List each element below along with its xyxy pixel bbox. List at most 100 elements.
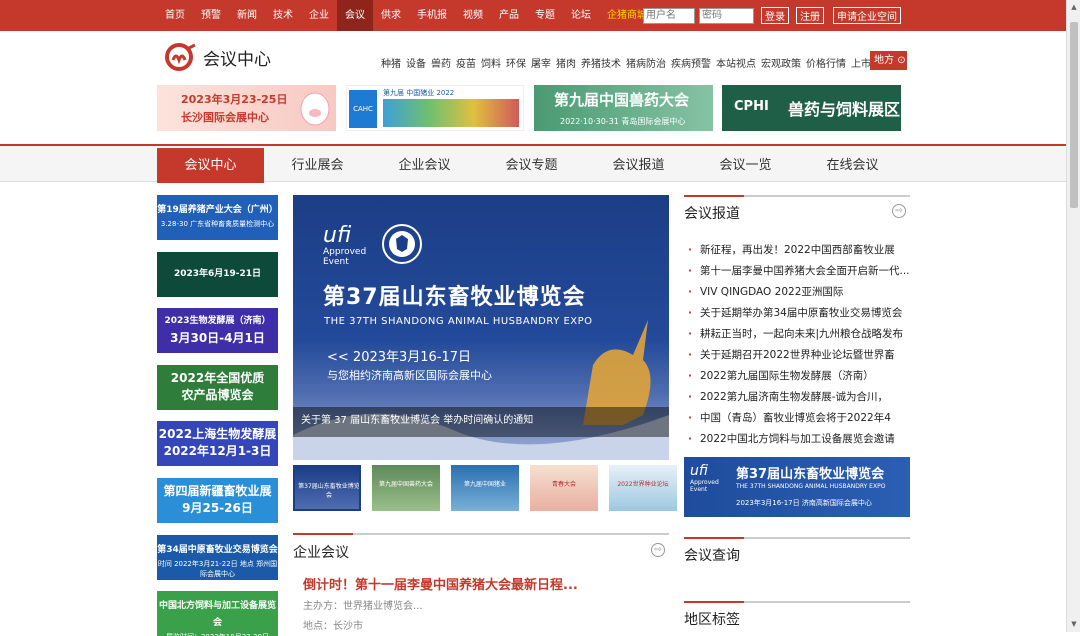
ufi-sub-text: Approved Event bbox=[690, 479, 719, 493]
top-nav: 首页 预警 新闻 技术 企业 会议 供求 手机报 视频 产品 专题 论坛 企猪商城 bbox=[157, 0, 655, 31]
logo-icon bbox=[164, 42, 198, 72]
scroll-down-icon[interactable]: ▼ bbox=[1069, 620, 1079, 628]
more-arrow-icon[interactable]: ⇨ bbox=[892, 204, 906, 218]
left-ad-banner[interactable]: 2023生物发酵展（济南） 3月30日-4月1日 bbox=[157, 308, 278, 353]
news-item[interactable]: 2022第九届济南生物发酵展-诚为合川， bbox=[688, 387, 913, 408]
thumbnail-label: 第九届中国猪业 bbox=[463, 481, 506, 488]
main-nav-tab[interactable]: 企业会议 bbox=[371, 148, 478, 183]
right-ad-subtitle: THE 37TH SHANDONG ANIMAL HUSBANDRY EXPO bbox=[736, 483, 886, 490]
apply-enterprise-button[interactable]: 申请企业空间 bbox=[833, 7, 901, 24]
news-item[interactable]: 关于延期举办第34届中原畜牧业交易博览会 bbox=[688, 303, 913, 324]
scroll-up-icon[interactable]: ▲ bbox=[1069, 3, 1079, 11]
login-button[interactable]: 登录 bbox=[761, 7, 789, 24]
enterprise-item-location: 地点：长沙市 bbox=[303, 621, 363, 632]
category-link[interactable]: 设备 bbox=[406, 55, 426, 70]
region-button[interactable]: 地方 ⊙ bbox=[870, 51, 907, 70]
top-nav-item[interactable]: 技术 bbox=[265, 0, 301, 31]
banner-logo-icon: CAHC bbox=[349, 90, 377, 128]
top-nav-item[interactable]: 手机报 bbox=[409, 0, 455, 31]
category-link[interactable]: 养猪技术 bbox=[581, 55, 621, 70]
left-ad-banner[interactable]: 2022上海生物发酵展 2022年12月1-3日 bbox=[157, 421, 278, 466]
left-ad-banner[interactable]: 2022年全国优质 农产品博览会 bbox=[157, 365, 278, 410]
ad-title: 2022上海生物发酵展 bbox=[158, 427, 277, 441]
left-ad-banner[interactable]: 2023年6月19-21日 bbox=[157, 252, 278, 297]
slider-thumbnail[interactable]: 青春大会 bbox=[530, 465, 598, 511]
news-item[interactable]: 2022第九届国际生物发酵展（济南） bbox=[688, 366, 913, 387]
slider-thumbnail[interactable]: 第九届中国猪业 bbox=[451, 465, 519, 511]
banner-pig-industry[interactable]: CAHC 第九届 中国猪业 2022 bbox=[346, 85, 524, 131]
slider-thumbnail[interactable]: 第九届中国兽药大会 bbox=[372, 465, 440, 511]
main-nav-tab[interactable]: 会议一览 bbox=[692, 148, 799, 183]
thumbnail-label: 青春大会 bbox=[551, 481, 576, 488]
left-ad-banner[interactable]: 第19届养猪产业大会（广州） 3.28-30 广东省种畜禽质量检测中心 bbox=[157, 195, 278, 240]
enterprise-section-line bbox=[293, 533, 669, 535]
top-nav-item[interactable]: 论坛 bbox=[563, 0, 599, 31]
right-ad-expo[interactable]: ufi Approved Event 第37届山东畜牧业博览会 THE 37TH… bbox=[684, 457, 910, 517]
more-arrow-icon[interactable]: ⇨ bbox=[651, 543, 665, 557]
password-input[interactable] bbox=[699, 7, 754, 24]
ufi-sub-text: Event bbox=[323, 257, 349, 267]
ad-title-line2: 2022年12月1-3日 bbox=[163, 444, 272, 458]
news-item[interactable]: 新征程，再出发！2022中国西部畜牧业展 bbox=[688, 240, 913, 261]
category-link[interactable]: 疫苗 bbox=[456, 55, 476, 70]
banner-changsha[interactable]: 2023年3月23-25日 长沙国际会展中心 bbox=[157, 85, 336, 131]
top-nav-item[interactable]: 企业 bbox=[301, 0, 337, 31]
scroll-thumb[interactable] bbox=[1070, 22, 1078, 208]
news-item[interactable]: 第十一届李曼中国养猪大会全面开启新一代... bbox=[688, 261, 913, 282]
news-item[interactable]: 2022中国北方饲料与加工设备展览会邀请 bbox=[688, 429, 913, 450]
top-nav-item[interactable]: 供求 bbox=[373, 0, 409, 31]
slider-thumbnail[interactable]: 第37届山东畜牧业博览会 bbox=[293, 465, 361, 511]
left-ad-banner[interactable]: 第四届新疆畜牧业展 9月25-26日 bbox=[157, 478, 278, 523]
top-nav-item[interactable]: 视频 bbox=[455, 0, 491, 31]
main-nav-tab[interactable]: 行业展会 bbox=[264, 148, 371, 183]
slide-caption[interactable]: 关于第 37 届山东畜牧业博览会 举办时间确认的通知 bbox=[301, 411, 533, 426]
ad-text-block: 2023年6月19-21日 bbox=[157, 252, 278, 283]
featured-slider[interactable]: ufi Approved Event 第37届山东畜牧业博览会 THE 37TH… bbox=[293, 195, 669, 460]
ad-title-line2: 9月25-26日 bbox=[182, 501, 253, 515]
enterprise-item-title[interactable]: 倒计时！第十一届李曼中国养猪大会最新日程... bbox=[303, 574, 578, 593]
banner-vet-conference[interactable]: 第九届中国兽药大会 2022·10·30-31 青岛国际会展中心 bbox=[534, 85, 713, 131]
category-link[interactable]: 猪肉 bbox=[556, 55, 576, 70]
ad-title: 2022年全国优质 bbox=[170, 371, 265, 385]
top-nav-item[interactable]: 首页 bbox=[157, 0, 193, 31]
category-link[interactable]: 种猪 bbox=[381, 55, 401, 70]
news-item[interactable]: VIV QINGDAO 2022亚洲国际 bbox=[688, 282, 913, 303]
ad-title: 2023年6月19-21日 bbox=[173, 269, 262, 279]
category-link[interactable]: 猪病防治 bbox=[626, 55, 666, 70]
category-link[interactable]: 价格行情 bbox=[806, 55, 846, 70]
category-link[interactable]: 兽药 bbox=[431, 55, 451, 70]
top-nav-item[interactable]: 产品 bbox=[491, 0, 527, 31]
left-ad-banner[interactable]: 中国北方饲料与加工设备展览会展览时间：2022年10月27-29日 bbox=[157, 591, 278, 636]
ufi-logo: ufi Approved Event bbox=[323, 225, 366, 268]
top-nav-item[interactable]: 专题 bbox=[527, 0, 563, 31]
region-label: 地方 bbox=[874, 55, 894, 66]
category-link[interactable]: 本站视点 bbox=[716, 55, 756, 70]
category-link[interactable]: 宏观政策 bbox=[761, 55, 801, 70]
main-nav-tab[interactable]: 会议中心 bbox=[157, 148, 264, 183]
news-item[interactable]: 中国（青岛）畜牧业博览会将于2022年4 bbox=[688, 408, 913, 429]
scrollbar[interactable]: ▲ ▼ bbox=[1066, 0, 1080, 632]
site-logo[interactable]: 会议中心 bbox=[164, 42, 271, 72]
banner-text: 第九届 中国猪业 2022 bbox=[383, 89, 455, 97]
news-item[interactable]: 关于延期召开2022世界种业论坛暨世界畜 bbox=[688, 345, 913, 366]
category-link[interactable]: 疾病预警 bbox=[671, 55, 711, 70]
username-input[interactable] bbox=[643, 7, 695, 24]
banner-text: 长沙国际会展中心 bbox=[181, 111, 269, 124]
top-nav-item[interactable]: 会议 bbox=[337, 0, 373, 31]
main-nav-tab[interactable]: 会议报道 bbox=[585, 148, 692, 183]
category-link[interactable]: 屠宰 bbox=[531, 55, 551, 70]
top-nav-item[interactable]: 预警 bbox=[193, 0, 229, 31]
slider-thumbnail[interactable]: 2022世界种业论坛 bbox=[609, 465, 677, 511]
ad-text-block: 2022上海生物发酵展 2022年12月1-3日 bbox=[157, 421, 278, 460]
top-nav-item[interactable]: 新闻 bbox=[229, 0, 265, 31]
main-nav-tab[interactable]: 在线会议 bbox=[799, 148, 906, 183]
main-nav-tab[interactable]: 会议专题 bbox=[478, 148, 585, 183]
category-link[interactable]: 饲料 bbox=[481, 55, 501, 70]
banner-cphi[interactable]: CPHI 兽药与饲料展区 bbox=[722, 85, 901, 131]
register-button[interactable]: 注册 bbox=[796, 7, 824, 24]
slide-subtitle: THE 37TH SHANDONG ANIMAL HUSBANDRY EXPO bbox=[324, 316, 593, 327]
category-link[interactable]: 环保 bbox=[506, 55, 526, 70]
slider-thumbnails: 第37届山东畜牧业博览会 第九届中国兽药大会 第九届中国猪业 青春大会 2022世界种业… bbox=[293, 465, 677, 511]
left-ad-banner[interactable]: 第34届中原畜牧业交易博览会 时间 2022年3月21-22日 地点 郑州国际会展… bbox=[157, 535, 278, 580]
news-item[interactable]: 耕耘正当时，一起向未来|九州粮仓战略发布 bbox=[688, 324, 913, 345]
